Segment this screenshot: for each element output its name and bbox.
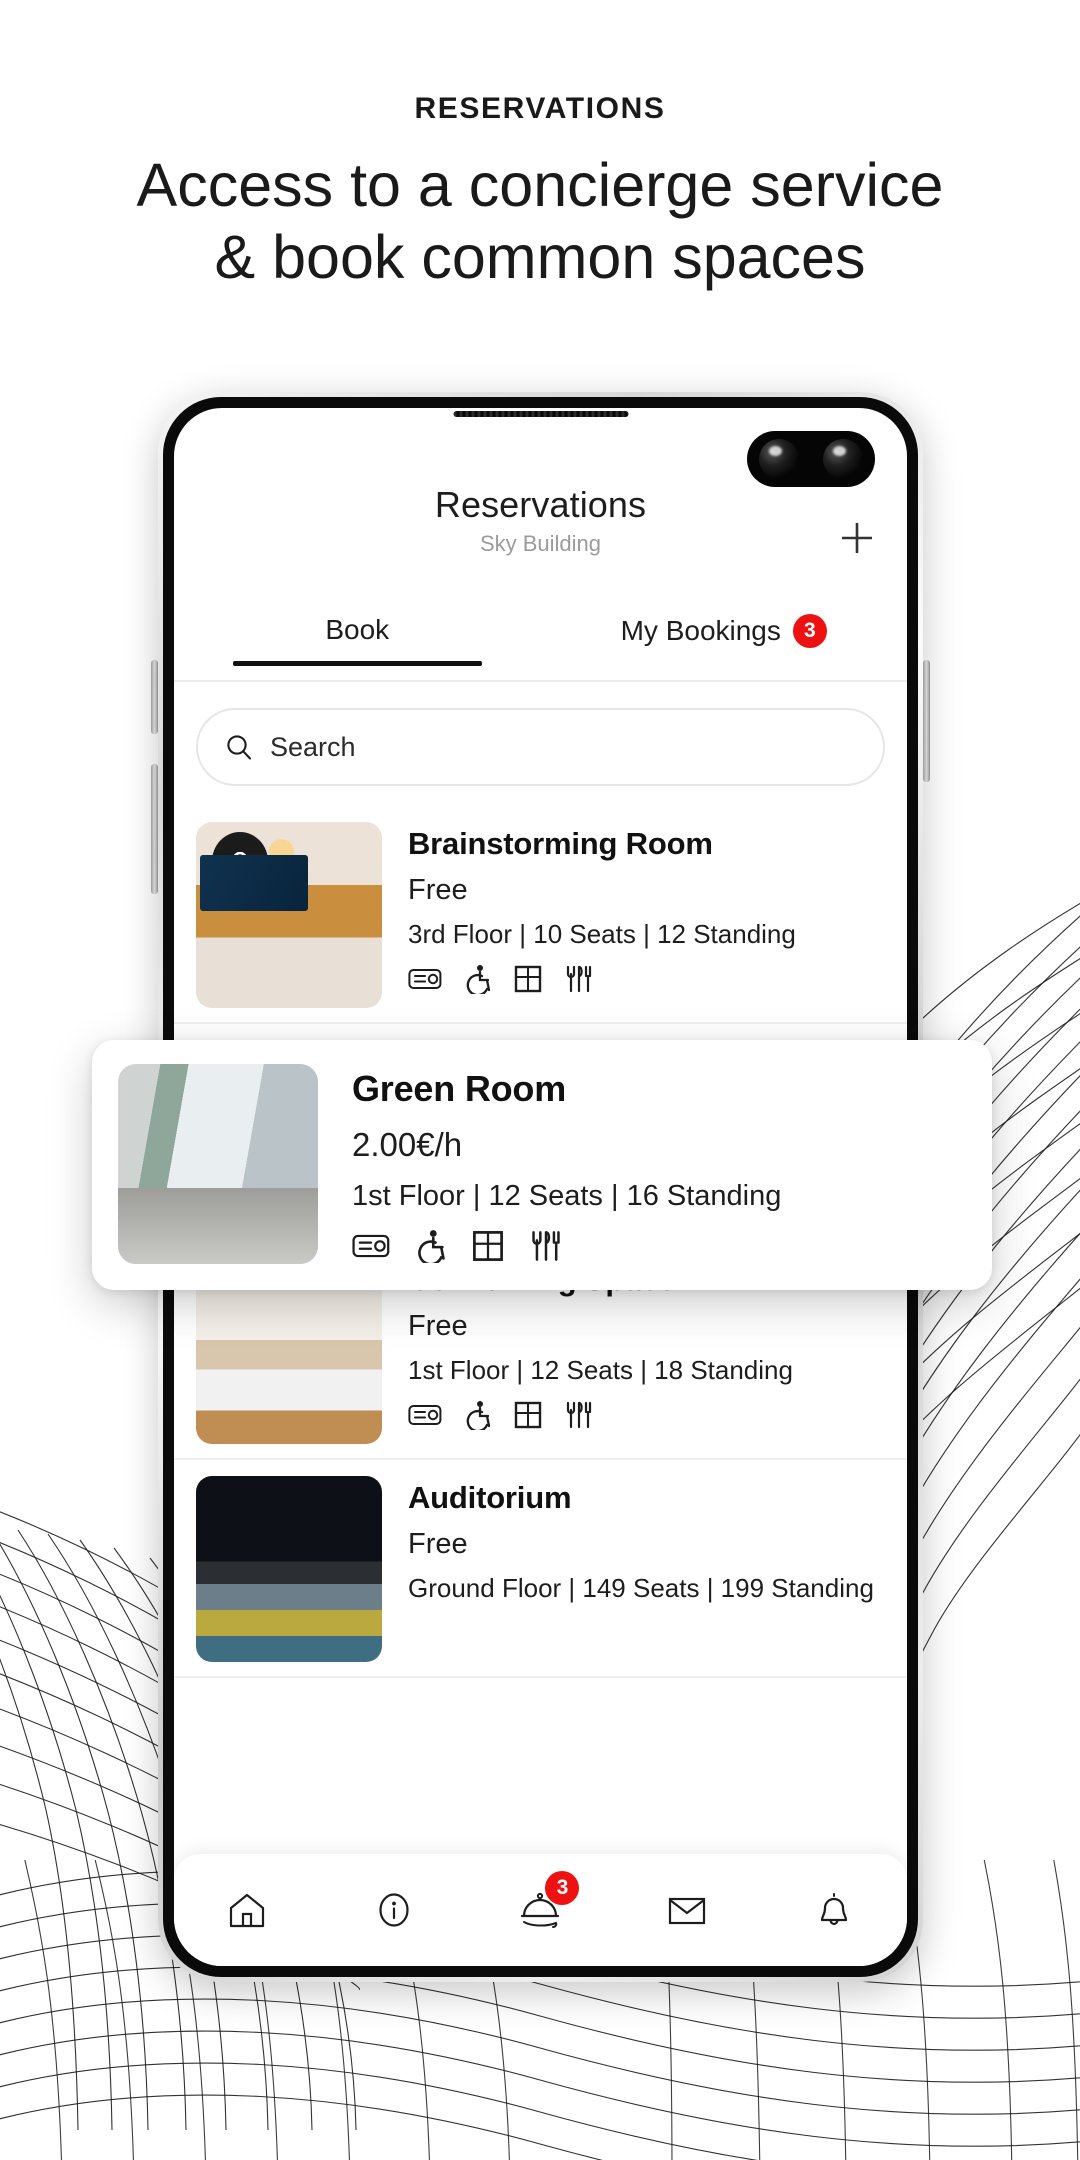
search-input[interactable]: Search (196, 708, 885, 786)
cutlery-icon (532, 1231, 560, 1261)
room-meta: 3rd Floor | 10 Seats | 12 Standing (408, 919, 796, 949)
camera-lens-right (823, 439, 863, 479)
home-icon (230, 1893, 265, 1928)
projector-icon (408, 969, 442, 989)
earpiece-speaker (453, 411, 628, 417)
envelope-icon (668, 1897, 706, 1925)
room-price: Free (408, 874, 468, 906)
room-thumbnail (196, 1476, 382, 1662)
nav-home[interactable] (202, 1873, 292, 1947)
tab-my-bookings-label: My Bookings (620, 615, 781, 646)
lock-icon (212, 832, 268, 896)
building-subtitle: Sky Building (479, 531, 602, 556)
wheelchair-accessible-icon (418, 1230, 445, 1263)
wheelchair-accessible-icon (466, 965, 491, 994)
promo-kicker: RESERVATIONS (414, 92, 666, 125)
room-name: Auditorium (408, 1480, 572, 1515)
tab-bar: Book My Bookings 3 (174, 614, 907, 666)
whiteboard-icon (514, 1401, 542, 1429)
padlock-glyph (232, 852, 248, 874)
room-price: Free (408, 1310, 468, 1342)
room-meta: Ground Floor | 149 Seats | 199 Standing (408, 1573, 874, 1603)
concierge-badge: 3 (545, 1871, 580, 1905)
room-info: Brainstorming Room Free 3rd Floor | 10 S… (408, 822, 885, 994)
whiteboard-icon (514, 965, 542, 993)
tab-divider (174, 680, 907, 682)
notification-bell-icon (820, 1893, 847, 1926)
nav-notifications[interactable] (789, 1873, 879, 1947)
info-icon (379, 1893, 409, 1927)
promo-title-line-1: Access to a concierge service (136, 151, 944, 219)
promo-title-line-2: & book common spaces (214, 222, 866, 291)
plus-icon (842, 523, 872, 553)
tab-my-bookings[interactable]: My Bookings 3 (541, 614, 908, 666)
room-name: Green Room (352, 1068, 567, 1109)
room-meta: 1st Floor | 12 Seats | 16 Standing (352, 1180, 782, 1212)
cutlery-icon (566, 1401, 592, 1429)
add-reservation-button[interactable] (831, 512, 883, 564)
volume-up-button[interactable] (151, 660, 158, 734)
power-button[interactable] (923, 660, 930, 782)
room-thumbnail (118, 1064, 318, 1264)
wheelchair-accessible-icon (466, 1401, 491, 1430)
screenshot-root: RESERVATIONS Access to a concierge servi… (0, 0, 1080, 2160)
nav-info[interactable] (349, 1873, 439, 1947)
nav-concierge[interactable]: 3 (495, 1871, 585, 1947)
whiteboard-icon (473, 1231, 503, 1261)
search-bar-container: Search (174, 708, 907, 786)
room-info: Green Room 2.00€/h 1st Floor | 12 Seats … (352, 1064, 962, 1264)
search-placeholder: Search (270, 731, 356, 762)
room-list-item[interactable]: Brainstorming Room Free 3rd Floor | 10 S… (174, 806, 907, 1024)
nav-messages[interactable] (642, 1873, 732, 1947)
room-meta: 1st Floor | 12 Seats | 18 Standing (408, 1355, 793, 1385)
page-title: Reservations (434, 484, 647, 525)
room-amenities (408, 964, 885, 994)
cutlery-icon (566, 965, 592, 993)
room-list[interactable]: Brainstorming Room Free 3rd Floor | 10 S… (174, 806, 907, 1966)
tab-book[interactable]: Book (174, 614, 541, 666)
projector-icon (408, 1405, 442, 1425)
room-name: Brainstorming Room (408, 826, 713, 861)
room-price: Free (408, 1528, 468, 1560)
front-camera-cutout (747, 431, 875, 487)
my-bookings-badge: 3 (792, 614, 827, 648)
room-thumbnail (196, 822, 382, 1008)
search-icon (227, 735, 252, 760)
room-price: 2.00€/h (352, 1126, 463, 1163)
room-amenities (408, 1400, 885, 1430)
tab-book-label: Book (325, 614, 390, 645)
projector-icon (352, 1234, 390, 1258)
room-info: Auditorium Free Ground Floor | 149 Seats… (408, 1476, 885, 1604)
room-amenities (352, 1229, 962, 1263)
volume-down-button[interactable] (151, 764, 158, 894)
promo-title: Access to a concierge service & book com… (0, 150, 1080, 294)
bottom-navigation-bar: 3 (174, 1854, 907, 1966)
camera-lens-left (759, 439, 799, 479)
room-list-item[interactable]: Auditorium Free Ground Floor | 149 Seats… (174, 1460, 907, 1678)
highlighted-room-card[interactable]: Green Room 2.00€/h 1st Floor | 12 Seats … (92, 1040, 992, 1290)
